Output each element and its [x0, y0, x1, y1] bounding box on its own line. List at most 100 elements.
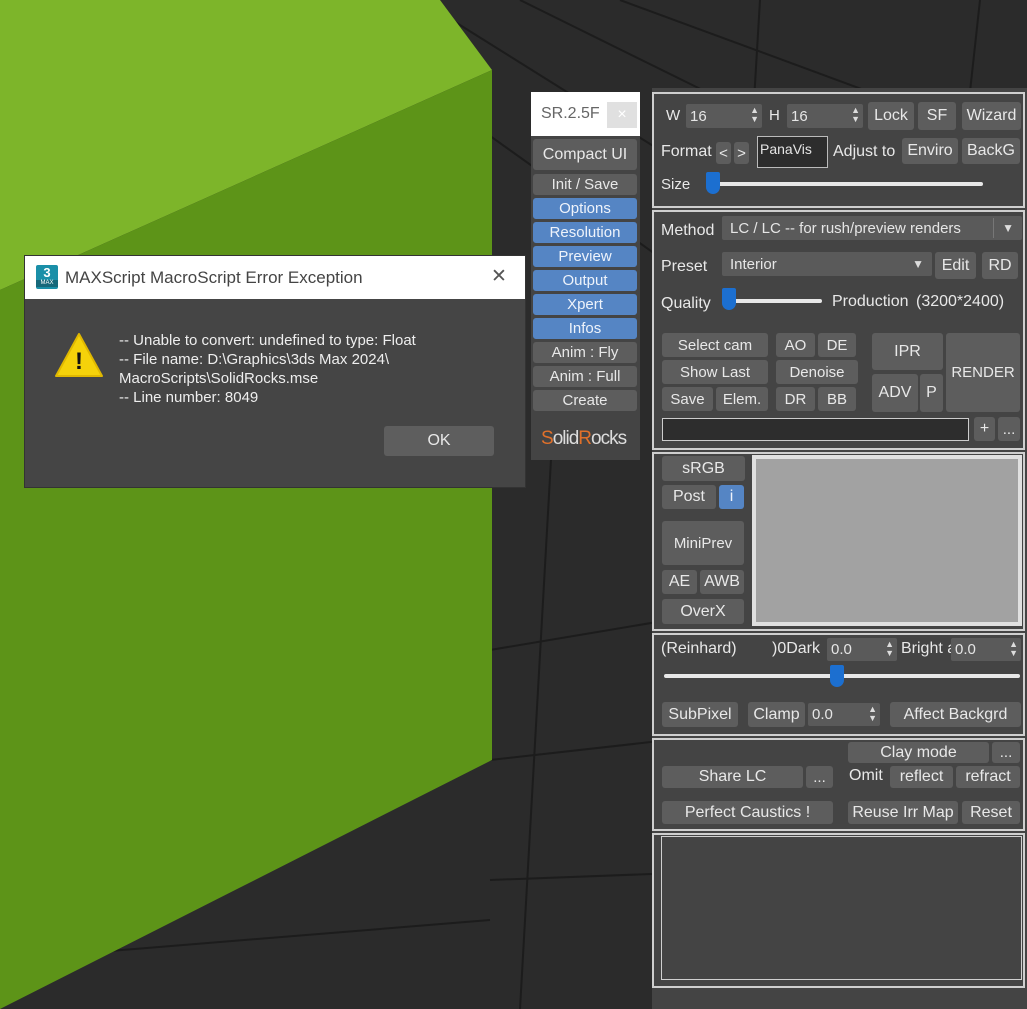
3dsmax-app-icon: 3 MAX [36, 265, 58, 289]
height-label: H [769, 107, 780, 124]
resolution-button[interactable]: Resolution [533, 222, 637, 243]
anim-fly-button[interactable]: Anim : Fly [533, 342, 637, 363]
format-next-button[interactable]: > [734, 142, 749, 164]
select-cam-button[interactable]: Select cam [662, 333, 768, 357]
lock-button[interactable]: Lock [868, 102, 914, 130]
options-button[interactable]: Options [533, 198, 637, 219]
p-button[interactable]: P [920, 374, 943, 412]
compact-ui-button[interactable]: Compact UI [533, 139, 637, 170]
format-field[interactable]: PanaVis [757, 136, 828, 168]
width-spinner[interactable]: 16 ▲ ▼ [686, 104, 762, 128]
de-button[interactable]: DE [818, 333, 856, 357]
clamp-spinner[interactable]: 0.0 ▲ ▼ [808, 703, 880, 726]
omit-reflect-button[interactable]: reflect [890, 766, 953, 788]
dr-button[interactable]: DR [776, 387, 815, 411]
add-path-button[interactable]: + [974, 417, 995, 441]
create-button[interactable]: Create [533, 390, 637, 411]
rd-button[interactable]: RD [982, 252, 1018, 279]
height-spinner[interactable]: 16 ▲ ▼ [787, 104, 863, 128]
anim-full-button[interactable]: Anim : Full [533, 366, 637, 387]
method-dropdown[interactable]: LC / LC -- for rush/preview renders ▼ [722, 216, 1022, 240]
chevron-down-icon[interactable]: ▼ [912, 257, 924, 271]
subpixel-button[interactable]: SubPixel [662, 702, 738, 727]
tone-slider-thumb[interactable] [830, 665, 844, 687]
dark-spinner[interactable]: 0.0 ▲ ▼ [827, 638, 897, 661]
size-slider-track[interactable] [708, 182, 983, 186]
overx-button[interactable]: OverX [662, 599, 744, 624]
quality-slider-thumb[interactable] [722, 288, 736, 310]
error-line: -- File name: D:\Graphics\3ds Max 2024\ [119, 351, 390, 368]
omit-refract-button[interactable]: refract [956, 766, 1020, 788]
output-path-field[interactable] [662, 418, 969, 441]
adjust-to-label: Adjust to [833, 143, 896, 160]
affect-backgrd-button[interactable]: Affect Backgrd [890, 702, 1021, 727]
quality-label: Quality [661, 295, 711, 312]
spinner-arrows-icon[interactable]: ▲ ▼ [885, 640, 894, 658]
bb-button[interactable]: BB [818, 387, 856, 411]
wizard-button[interactable]: Wizard [962, 102, 1021, 130]
reset-button[interactable]: Reset [962, 801, 1020, 824]
spinner-arrows-icon[interactable]: ▲ ▼ [750, 106, 759, 124]
preset-dropdown[interactable]: Interior ▼ [722, 252, 932, 276]
bright-spinner[interactable]: 0.0 ▲ ▼ [951, 638, 1021, 661]
enviro-button[interactable]: Enviro [902, 138, 958, 164]
format-prev-button[interactable]: < [716, 142, 731, 164]
clay-more-button[interactable]: ... [992, 742, 1020, 763]
preset-label: Preset [661, 258, 708, 275]
dropdown-separator [993, 218, 994, 238]
init-save-button[interactable]: Init / Save [533, 174, 637, 195]
size-label: Size [661, 176, 691, 193]
edit-preset-button[interactable]: Edit [935, 252, 976, 279]
clamp-button[interactable]: Clamp [748, 702, 805, 727]
reuse-irr-map-button[interactable]: Reuse Irr Map [848, 801, 958, 824]
mini-preview-canvas[interactable] [752, 455, 1022, 626]
width-label: W [666, 107, 681, 124]
launcher-title: SR.2.5F [541, 105, 600, 122]
save-button[interactable]: Save [662, 387, 713, 411]
awb-button[interactable]: AWB [700, 570, 744, 594]
denoise-button[interactable]: Denoise [776, 360, 858, 384]
info-toggle-button[interactable]: i [719, 485, 744, 509]
xpert-button[interactable]: Xpert [533, 294, 637, 315]
dialog-close-icon[interactable]: ✕ [491, 265, 507, 288]
share-more-button[interactable]: ... [806, 766, 833, 788]
share-lc-button[interactable]: Share LC [662, 766, 803, 788]
srgb-button[interactable]: sRGB [662, 456, 745, 481]
clay-mode-button[interactable]: Clay mode [848, 742, 989, 763]
adv-button[interactable]: ADV [872, 374, 918, 412]
error-line: -- Line number: 8049 [119, 389, 259, 406]
solidrocks-logo: SolidRocks [541, 428, 627, 449]
ok-button[interactable]: OK [384, 426, 494, 456]
ao-button[interactable]: AO [776, 333, 815, 357]
miniprev-button[interactable]: MiniPrev [662, 521, 744, 565]
infos-button[interactable]: Infos [533, 318, 637, 339]
spinner-arrows-icon[interactable]: ▲ ▼ [868, 705, 877, 723]
sf-button[interactable]: SF [918, 102, 956, 130]
size-slider-thumb[interactable] [706, 172, 720, 194]
quality-resolution: (3200*2400) [916, 293, 1005, 310]
perfect-caustics-button[interactable]: Perfect Caustics ! [662, 801, 833, 824]
launcher-window: SR.2.5F × Compact UI Init / Save Options… [531, 92, 640, 460]
chevron-down-icon[interactable]: ▼ [1002, 221, 1014, 235]
quality-slider-track[interactable] [722, 299, 822, 303]
preview-button[interactable]: Preview [533, 246, 637, 267]
elem-button[interactable]: Elem. [716, 387, 768, 411]
spinner-arrows-icon[interactable]: ▲ ▼ [1009, 640, 1018, 658]
dialog-title: MAXScript MacroScript Error Exception [65, 268, 363, 287]
post-button[interactable]: Post [662, 485, 716, 509]
render-button[interactable]: RENDER [946, 333, 1020, 412]
spinner-arrows-icon[interactable]: ▲ ▼ [851, 106, 860, 124]
launcher-titlebar[interactable]: SR.2.5F × [531, 92, 640, 136]
output-button[interactable]: Output [533, 270, 637, 291]
omit-label: Omit [849, 767, 883, 784]
backg-button[interactable]: BackG [962, 138, 1020, 164]
show-last-button[interactable]: Show Last [662, 360, 768, 384]
log-output-area[interactable] [661, 836, 1022, 980]
browse-path-button[interactable]: ... [998, 417, 1020, 441]
launcher-close-button[interactable]: × [607, 102, 637, 128]
ae-button[interactable]: AE [662, 570, 697, 594]
bright-label: Bright a [901, 640, 957, 657]
dialog-titlebar[interactable]: 3 MAX MAXScript MacroScript Error Except… [25, 256, 525, 299]
error-dialog: 3 MAX MAXScript MacroScript Error Except… [25, 256, 525, 487]
ipr-button[interactable]: IPR [872, 333, 943, 370]
